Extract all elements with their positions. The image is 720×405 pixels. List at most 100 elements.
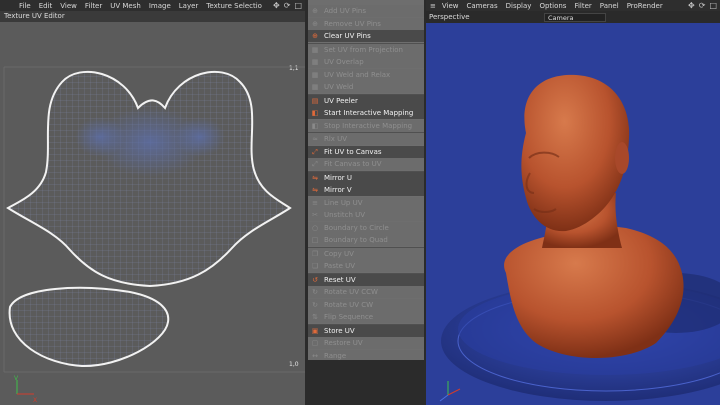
uv-command-list: ⊕ Add UV Pins ⊕ Remove UV Pins ⊕ Clear UV Pin… bbox=[308, 0, 424, 362]
command-uv-weld[interactable]: ▦ UV Weld bbox=[308, 81, 424, 93]
command-stop-interactive-mapping[interactable]: ◧ Stop Interactive Mapping bbox=[308, 119, 424, 132]
menu-view-3d[interactable]: View bbox=[442, 2, 459, 10]
command-mirror-v[interactable]: ⇋ Mirror V bbox=[308, 184, 424, 196]
command-label: Fit UV to Canvas bbox=[324, 147, 382, 156]
command-label: UV Peeler bbox=[324, 96, 358, 105]
command-add-uv-pins[interactable]: ⊕ Add UV Pins bbox=[308, 5, 424, 17]
command-store-uv[interactable]: ▣ Store UV bbox=[308, 324, 424, 337]
uv-menubar: File Edit View Filter UV Mesh Image Laye… bbox=[0, 0, 305, 11]
command-clear-uv-pins[interactable]: ⊕ Clear UV Pins bbox=[308, 30, 424, 42]
menu-file[interactable]: File bbox=[19, 2, 31, 10]
menu-filter-3d[interactable]: Filter bbox=[574, 2, 591, 10]
command-set-uv-from-projection[interactable]: ▦ Set UV from Projection bbox=[308, 43, 424, 56]
grid-icon: ▦ bbox=[311, 70, 319, 79]
menu-texture-selection[interactable]: Texture Selectio bbox=[206, 2, 262, 10]
orbit-view-icon[interactable]: ⟳ bbox=[699, 1, 706, 10]
uv-editor-title: Texture UV Editor bbox=[0, 11, 305, 22]
menu-cameras[interactable]: Cameras bbox=[467, 2, 498, 10]
reset-icon: ↺ bbox=[312, 275, 318, 284]
uv-shell-neck[interactable] bbox=[8, 286, 170, 368]
command-rlx-uv[interactable]: ≈ Rlx UV bbox=[308, 133, 424, 145]
uv-editor-panel[interactable]: Texture UV Editor 1,1 1,0 V X bbox=[0, 11, 305, 405]
pin-icon: ⊕ bbox=[312, 7, 318, 15]
uv-canvas[interactable]: V X bbox=[0, 22, 305, 405]
viewport-scene[interactable] bbox=[426, 23, 720, 405]
command-rotate-uv-cw[interactable]: ↻ Rotate UV CW bbox=[308, 298, 424, 311]
command-uv-peeler[interactable]: ▤ UV Peeler bbox=[308, 94, 424, 107]
viewport-menubar: ≡ View Cameras Display Options Filter Pa… bbox=[426, 0, 720, 11]
command-label: Unstitch UV bbox=[324, 211, 366, 219]
command-label: Rlx UV bbox=[324, 135, 348, 143]
svg-text:V: V bbox=[14, 375, 19, 382]
command-label: Clear UV Pins bbox=[324, 32, 371, 40]
command-label: Start Interactive Mapping bbox=[324, 109, 414, 117]
menu-edit[interactable]: Edit bbox=[39, 2, 53, 10]
store-icon: ▣ bbox=[311, 326, 319, 335]
menu-prorender[interactable]: ProRender bbox=[627, 2, 663, 10]
mirror-icon: ⇋ bbox=[312, 186, 318, 194]
command-label: Fit Canvas to UV bbox=[324, 160, 382, 168]
command-list-footer bbox=[308, 360, 424, 405]
move-icon[interactable]: ✥ bbox=[273, 1, 280, 10]
menu-view[interactable]: View bbox=[60, 2, 77, 10]
copy-icon: ❐ bbox=[311, 249, 319, 258]
command-line-up-uv[interactable]: ≡ Line Up UV bbox=[308, 196, 424, 209]
command-reset-uv[interactable]: ↺ Reset UV bbox=[308, 273, 424, 286]
command-boundary-to-quad[interactable]: □ Boundary to Quad bbox=[308, 234, 424, 246]
command-label: Add UV Pins bbox=[324, 7, 367, 15]
menu-filter[interactable]: Filter bbox=[85, 2, 102, 10]
circle-icon: ○ bbox=[311, 223, 319, 232]
command-label: Mirror V bbox=[324, 186, 352, 194]
command-fit-canvas-to-uv[interactable]: ⤢ Fit Canvas to UV bbox=[308, 158, 424, 170]
panel-menu-icon[interactable]: ≡ bbox=[430, 2, 436, 10]
paste-icon: ❏ bbox=[311, 262, 319, 270]
command-remove-uv-pins[interactable]: ⊕ Remove UV Pins bbox=[308, 17, 424, 30]
command-label: Set UV from Projection bbox=[324, 45, 403, 54]
menu-uv-mesh[interactable]: UV Mesh bbox=[110, 2, 141, 10]
command-paste-uv[interactable]: ❏ Paste UV bbox=[308, 260, 424, 272]
maximize-icon[interactable]: □ bbox=[294, 1, 302, 10]
move-view-icon[interactable]: ✥ bbox=[688, 1, 695, 10]
command-restore-uv[interactable]: ▢ Restore UV bbox=[308, 337, 424, 349]
command-label: Rotate UV CW bbox=[324, 300, 374, 309]
uv-shell-face[interactable] bbox=[6, 70, 292, 288]
viewport-toolbar-icons: ✥ ⟳ □ bbox=[688, 0, 717, 11]
menu-display[interactable]: Display bbox=[506, 2, 532, 10]
command-label: Line Up UV bbox=[324, 198, 363, 207]
command-label: Rotate UV CCW bbox=[324, 288, 378, 296]
command-uv-weld-and-relax[interactable]: ▦ UV Weld and Relax bbox=[308, 68, 424, 81]
command-label: Flip Sequence bbox=[324, 313, 374, 321]
command-boundary-to-circle[interactable]: ○ Boundary to Circle bbox=[308, 221, 424, 234]
command-flip-sequence[interactable]: ⇅ Flip Sequence bbox=[308, 311, 424, 323]
maximize-view-icon[interactable]: □ bbox=[709, 1, 717, 10]
menu-image[interactable]: Image bbox=[149, 2, 171, 10]
command-label: Stop Interactive Mapping bbox=[324, 121, 413, 130]
rotate-view-icon[interactable]: ⟳ bbox=[284, 1, 291, 10]
flip-icon: ⇅ bbox=[312, 313, 318, 321]
lineup-icon: ≡ bbox=[312, 198, 318, 207]
command-mirror-u[interactable]: ⇋ Mirror U bbox=[308, 171, 424, 184]
command-label: Restore UV bbox=[324, 339, 363, 347]
command-rotate-uv-ccw[interactable]: ↻ Rotate UV CCW bbox=[308, 286, 424, 298]
restore-icon: ▢ bbox=[311, 339, 319, 347]
camera-select[interactable]: Camera bbox=[544, 13, 606, 22]
3d-viewport[interactable]: Perspective Camera bbox=[426, 11, 720, 405]
command-label: Boundary to Circle bbox=[324, 223, 389, 232]
grid-icon: ▦ bbox=[311, 58, 319, 66]
menu-layer[interactable]: Layer bbox=[179, 2, 199, 10]
viewport-mode-label[interactable]: Perspective bbox=[429, 13, 470, 21]
command-label: Paste UV bbox=[324, 262, 356, 270]
pin-icon: ⊕ bbox=[312, 19, 318, 28]
menu-panel[interactable]: Panel bbox=[600, 2, 619, 10]
command-start-interactive-mapping[interactable]: ◧ Start Interactive Mapping bbox=[308, 107, 424, 119]
command-label: UV Weld bbox=[324, 83, 354, 91]
command-uv-overlap[interactable]: ▦ UV Overlap bbox=[308, 56, 424, 68]
quad-icon: □ bbox=[311, 236, 319, 244]
pin-icon: ⊕ bbox=[312, 32, 318, 40]
menu-options[interactable]: Options bbox=[539, 2, 566, 10]
command-unstitch-uv[interactable]: ✂ Unstitch UV bbox=[308, 209, 424, 221]
command-copy-uv[interactable]: ❐ Copy UV bbox=[308, 247, 424, 260]
fit-icon: ⤢ bbox=[312, 147, 318, 156]
uv-toolbar-icons: ✥ ⟳ □ bbox=[273, 0, 302, 11]
command-fit-uv-to-canvas[interactable]: ⤢ Fit UV to Canvas bbox=[308, 145, 424, 158]
